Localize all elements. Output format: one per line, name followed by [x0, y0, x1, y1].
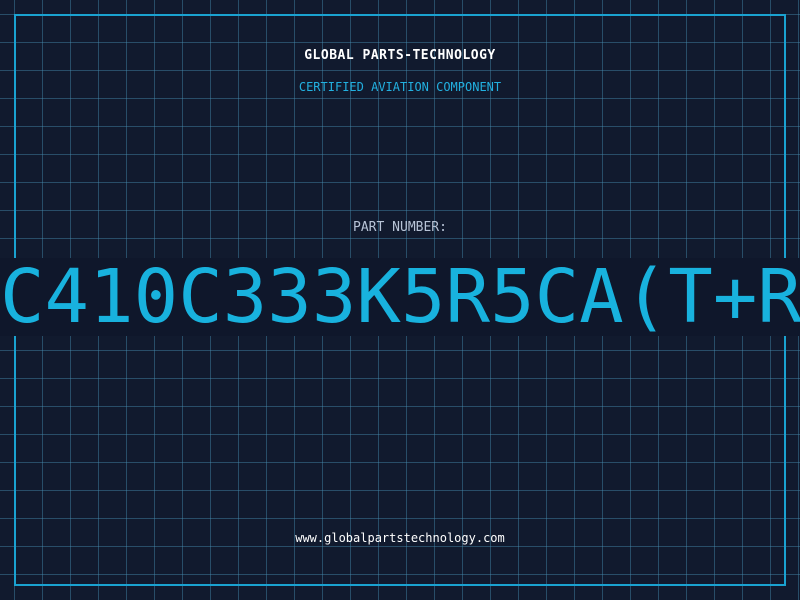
part-number-value: C410C333K5R5CA(T+R [0, 258, 800, 336]
website-link[interactable]: www.globalpartstechnology.com [0, 531, 800, 545]
certification-subtitle: CERTIFIED AVIATION COMPONENT [298, 80, 502, 94]
part-number-band: C410C333K5R5CA(T+R [0, 258, 800, 336]
part-number-label: PART NUMBER: [353, 220, 447, 235]
brand-title: GLOBAL PARTS-TECHNOLOGY [304, 48, 496, 63]
